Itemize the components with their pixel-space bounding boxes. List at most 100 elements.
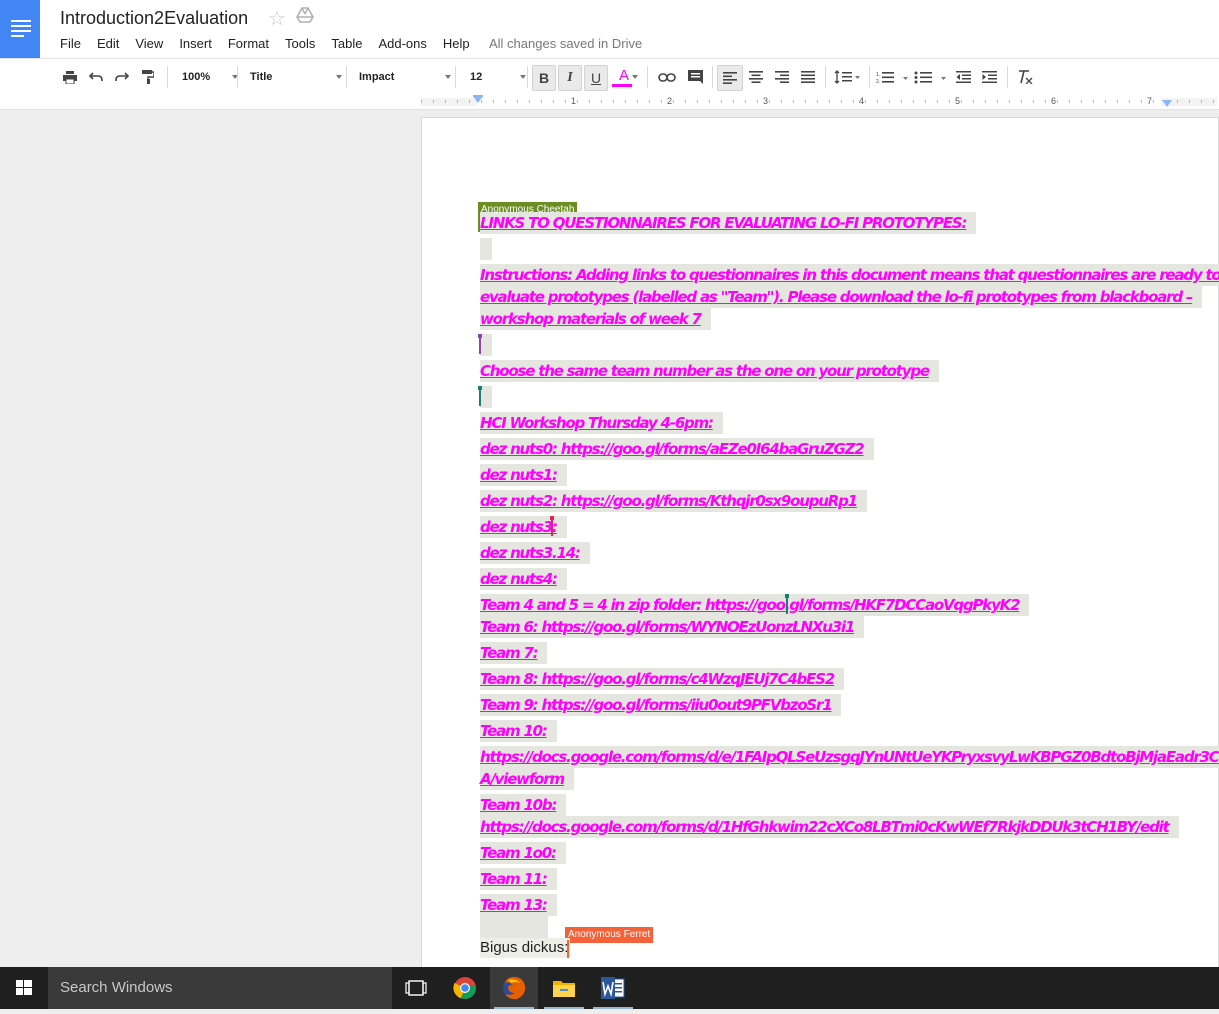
firefox-icon[interactable] [490,967,538,1009]
task-view-icon[interactable] [392,967,440,1009]
doc-last-line[interactable]: Bigus dickus: [480,938,571,958]
doc-team-line[interactable]: dez nuts3.14: [480,542,590,564]
ruler-tick [1129,100,1130,103]
doc-team-line[interactable]: Team 7: [480,642,548,664]
align-left-icon[interactable] [717,65,743,91]
text-color-button[interactable]: A [610,65,638,89]
decrease-indent-icon[interactable] [952,65,974,89]
menu-file[interactable]: File [52,35,89,53]
word-icon[interactable] [589,967,637,1009]
doc-team-line[interactable]: Team 6: https://goo.gl/forms/WYNOEzUonzL… [480,616,865,638]
doc-team-line[interactable]: Team 10b: [480,794,567,816]
underline-button[interactable]: U [584,65,608,91]
doc-team-line[interactable]: Team 10: [480,720,557,742]
paint-format-icon[interactable] [138,65,158,89]
menu-view[interactable]: View [127,35,171,53]
ruler-tick [1033,100,1034,103]
print-icon[interactable] [60,65,80,89]
doc-team-line[interactable]: Team 11: [480,868,557,890]
align-justify-icon[interactable] [797,65,819,89]
ruler-tick [1165,100,1166,103]
undo-icon[interactable] [86,65,106,89]
ruler-tick [613,100,614,103]
menu-edit[interactable]: Edit [89,35,127,53]
zoom-value: 100% [182,71,211,83]
ruler-tick [673,100,674,103]
zoom-dropdown[interactable]: 100% [172,65,242,89]
chevron-down-icon [632,75,638,79]
menu-addons[interactable]: Add-ons [370,35,434,53]
doc-team-line[interactable]: https://docs.google.com/forms/d/1HfGhkwi… [480,816,1179,838]
menu-help[interactable]: Help [435,35,478,53]
font-size-dropdown[interactable]: 12 [462,65,530,89]
menu-table[interactable]: Table [323,35,370,53]
toolbar-divider [825,66,826,88]
ruler-tick [805,100,806,103]
style-dropdown[interactable]: Title [242,65,346,89]
windows-search-box[interactable]: Search Windows [48,967,392,1009]
ruler-tick [649,100,650,103]
menu-insert[interactable]: Insert [171,35,220,53]
menu-format[interactable]: Format [220,35,277,53]
ruler-tick [901,100,902,103]
align-center-icon[interactable] [745,65,767,89]
ruler-tick [541,100,542,103]
doc-team-line[interactable]: Team 8: https://goo.gl/forms/c4WzqJEUj7C… [480,668,845,690]
windows-start-button[interactable] [0,967,48,1009]
doc-workshop-heading[interactable]: HCI Workshop Thursday 4-6pm: [480,412,723,434]
ruler-number: 6 [1051,96,1057,106]
collaborator-cursor [785,594,789,614]
doc-team-line[interactable]: https://docs.google.com/forms/d/e/1FAIpQ… [480,746,1219,768]
ruler-tick [853,100,854,103]
doc-team-line[interactable]: dez nuts0: https://goo.gl/forms/aEZe0I64… [480,438,874,460]
doc-team-line[interactable]: Team 9: https://goo.gl/forms/iiu0out9PFV… [480,694,842,716]
first-line-indent-marker[interactable] [473,95,483,97]
right-indent-marker[interactable] [1162,100,1172,107]
ruler-tick [565,100,566,103]
document-page[interactable]: Anonymous Cheetah LINKS TO QUESTIONNAIRE… [421,117,1219,967]
insert-comment-icon[interactable] [684,65,706,89]
ruler-tick [709,100,710,103]
insert-link-icon[interactable] [656,65,678,89]
doc-instructions-line[interactable]: workshop materials of week 7 [480,308,711,330]
ruler-page-area: 1 2 3 4 5 6 7 [421,95,1217,109]
toolbar-divider [869,66,870,88]
doc-choose-team[interactable]: Choose the same team number as the one o… [480,360,939,382]
clear-formatting-icon[interactable] [1014,65,1036,89]
doc-heading[interactable]: LINKS TO QUESTIONNAIRES FOR EVALUATING L… [480,212,977,234]
doc-team-line[interactable]: Team 1o0: [480,842,566,864]
empty-paragraph [480,916,548,940]
bulleted-list-icon[interactable] [912,65,948,89]
toolbar-divider [346,66,347,88]
move-to-folder-icon[interactable] [296,7,314,28]
increase-indent-icon[interactable] [978,65,1000,89]
doc-instructions-line[interactable]: Instructions: Adding links to questionna… [480,264,1219,286]
ruler-tick [1081,100,1082,103]
italic-button[interactable]: I [558,65,582,91]
file-explorer-icon[interactable] [540,967,588,1009]
doc-team-line[interactable]: dez nuts1: [480,464,567,486]
numbered-list-icon[interactable]: 1. 2. [874,65,910,89]
doc-team-line[interactable]: Team 13: [480,894,557,916]
document-title[interactable]: Introduction2Evaluation [60,8,248,29]
ruler-number: 4 [859,96,865,106]
menu-tools[interactable]: Tools [277,35,323,53]
align-right-icon[interactable] [771,65,793,89]
star-icon[interactable]: ☆ [268,6,286,31]
redo-icon[interactable] [112,65,132,89]
font-dropdown[interactable]: Impact [351,65,455,89]
bold-button[interactable]: B [532,65,556,91]
ruler-tick [625,100,626,103]
docs-home-icon[interactable] [0,0,40,58]
doc-team-line[interactable]: Team 4 and 5 = 4 in zip folder: https://… [480,594,1030,616]
line-spacing-icon[interactable] [830,65,864,89]
ruler-tick [505,100,506,103]
doc-team-line[interactable]: A/viewform [480,768,574,790]
doc-team-line[interactable]: dez nuts4: [480,568,567,590]
ruler-tick [1093,100,1094,103]
doc-instructions-line[interactable]: evaluate prototypes (labelled as "Team")… [480,286,1203,308]
ruler-number: 1 [571,96,577,106]
ruler-tick [733,100,734,103]
doc-team-line[interactable]: dez nuts2: https://goo.gl/forms/Kthqjr0s… [480,490,867,512]
chrome-icon[interactable] [441,967,489,1009]
